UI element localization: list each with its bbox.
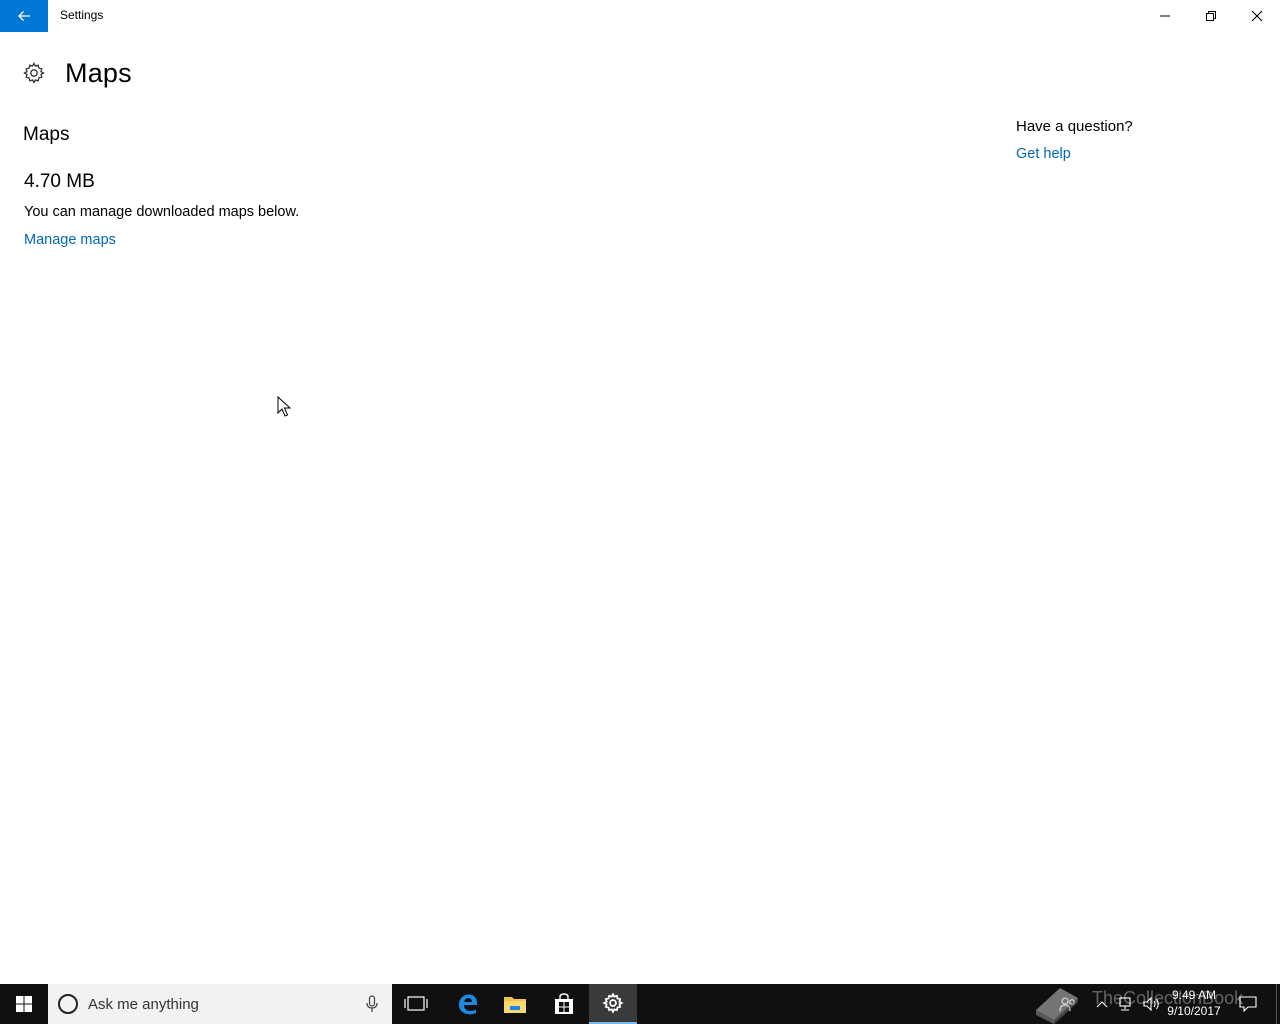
- back-arrow-icon: [18, 11, 30, 21]
- title-bar: Settings: [0, 0, 1280, 32]
- volume-icon: [1143, 996, 1159, 1012]
- section-title: Maps: [23, 124, 70, 145]
- restore-icon: [1206, 11, 1216, 21]
- maps-storage-size: 4.70 MB: [24, 171, 95, 192]
- get-help-link[interactable]: Get help: [1016, 146, 1071, 162]
- manage-maps-link[interactable]: Manage maps: [24, 232, 116, 248]
- search-placeholder: Ask me anything: [88, 995, 199, 1013]
- notification-icon: [1239, 996, 1257, 1012]
- show-desktop-button[interactable]: [1276, 984, 1280, 1024]
- edge-browser-button[interactable]: [443, 984, 491, 1024]
- people-button[interactable]: [1056, 984, 1080, 1024]
- network-icon: [1119, 997, 1131, 1011]
- settings-taskbar-button[interactable]: [589, 984, 637, 1024]
- microphone-icon[interactable]: [366, 995, 378, 1013]
- show-hidden-icons-button[interactable]: [1093, 984, 1111, 1024]
- window-title: Settings: [60, 8, 104, 22]
- volume-button[interactable]: [1141, 984, 1163, 1024]
- page-header: Maps: [22, 56, 132, 90]
- clock[interactable]: 9:49 AM 9/10/2017: [1164, 987, 1224, 1019]
- cortana-icon: [58, 994, 78, 1014]
- chevron-up-icon: [1096, 1001, 1108, 1008]
- search-box[interactable]: Ask me anything: [48, 984, 392, 1024]
- close-button[interactable]: [1234, 0, 1280, 32]
- help-question: Have a question?: [1016, 118, 1133, 135]
- minimize-button[interactable]: [1142, 0, 1188, 32]
- clock-time: 9:49 AM: [1171, 988, 1217, 1002]
- settings-gear-icon: [602, 992, 624, 1014]
- people-icon: [1059, 997, 1075, 1012]
- restore-button[interactable]: [1188, 0, 1234, 32]
- minimize-icon: [1160, 15, 1170, 17]
- page-title: Maps: [65, 57, 132, 88]
- taskbar: Ask me anything 9:49 AM 9/10/2017: [0, 984, 1280, 1024]
- store-bag-icon: [555, 993, 573, 1014]
- action-center-button[interactable]: [1236, 984, 1260, 1024]
- start-button[interactable]: [0, 984, 48, 1024]
- mouse-cursor-icon: [277, 396, 291, 417]
- store-button[interactable]: [540, 984, 588, 1024]
- clock-date: 9/10/2017: [1167, 1004, 1221, 1018]
- task-view-icon: [404, 996, 428, 1011]
- file-explorer-button[interactable]: [491, 984, 539, 1024]
- network-button[interactable]: [1117, 984, 1137, 1024]
- gear-icon: [23, 62, 45, 84]
- edge-icon: [459, 994, 477, 1015]
- task-view-button[interactable]: [392, 984, 440, 1024]
- maps-description: You can manage downloaded maps below.: [24, 204, 300, 220]
- close-icon: [1251, 10, 1263, 22]
- back-button[interactable]: [0, 0, 48, 32]
- windows-logo-icon: [16, 996, 32, 1012]
- folder-icon: [504, 997, 526, 1013]
